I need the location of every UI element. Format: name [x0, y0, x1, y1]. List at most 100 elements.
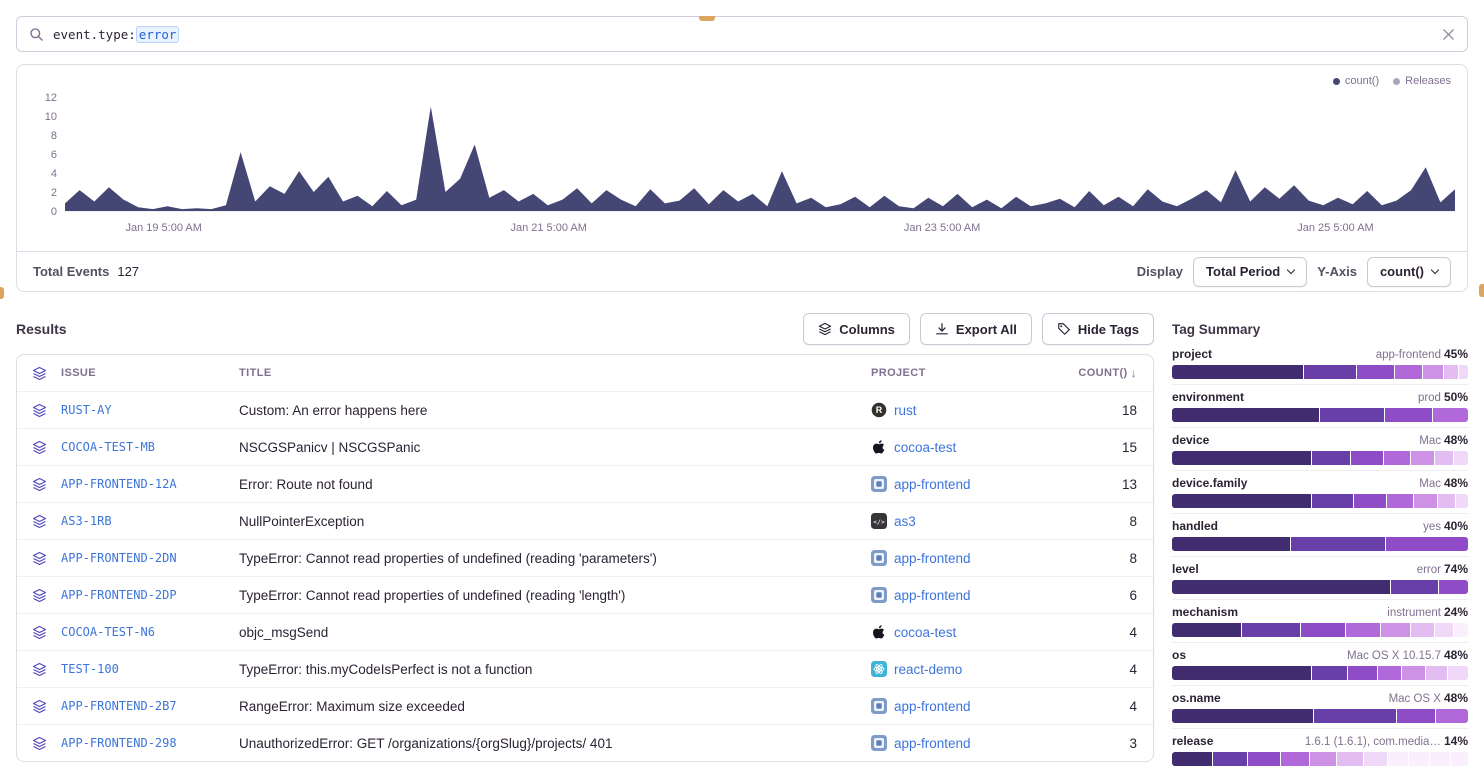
table-row[interactable]: AS3-1RB NullPointerException </> as3 8	[17, 502, 1153, 539]
tag-distribution-bar[interactable]	[1172, 408, 1468, 422]
tag-segment[interactable]	[1444, 365, 1459, 379]
legend-item-count[interactable]: count()	[1333, 75, 1379, 87]
table-row[interactable]: APP-FRONTEND-298 UnauthorizedError: GET …	[17, 724, 1153, 761]
tag-segment[interactable]	[1454, 623, 1468, 637]
tag-segment[interactable]	[1337, 752, 1363, 766]
project-link[interactable]: app-frontend	[894, 699, 971, 714]
tag-segment[interactable]	[1435, 623, 1452, 637]
tag-distribution-bar[interactable]	[1172, 666, 1468, 680]
tag-segment[interactable]	[1439, 580, 1468, 594]
project-link[interactable]: react-demo	[894, 662, 962, 677]
tag-segment[interactable]	[1423, 365, 1443, 379]
tag-segment[interactable]	[1242, 623, 1300, 637]
tag-segment[interactable]	[1312, 451, 1350, 465]
tag-segment[interactable]	[1435, 451, 1452, 465]
tag-segment[interactable]	[1386, 537, 1468, 551]
tag-segment[interactable]	[1348, 666, 1377, 680]
hide-tags-button[interactable]: Hide Tags	[1042, 313, 1154, 345]
project-link[interactable]: app-frontend	[894, 477, 971, 492]
tag-distribution-bar[interactable]	[1172, 623, 1468, 637]
tag-segment[interactable]	[1314, 709, 1396, 723]
col-count[interactable]: COUNT()	[1078, 367, 1127, 379]
tag-segment[interactable]	[1378, 666, 1401, 680]
col-project[interactable]: PROJECT	[871, 367, 1061, 379]
tag-segment[interactable]	[1388, 752, 1408, 766]
table-row[interactable]: TEST-100 TypeError: this.myCodeIsPerfect…	[17, 650, 1153, 687]
tag-segment[interactable]	[1304, 365, 1356, 379]
tag-segment[interactable]	[1397, 709, 1435, 723]
issue-link[interactable]: APP-FRONTEND-2B7	[61, 699, 177, 713]
table-row[interactable]: APP-FRONTEND-12A Error: Route not found …	[17, 465, 1153, 502]
tag-segment[interactable]	[1172, 666, 1311, 680]
tag-segment[interactable]	[1451, 752, 1468, 766]
tag-segment[interactable]	[1430, 752, 1450, 766]
export-all-button[interactable]: Export All	[920, 313, 1032, 345]
tag-segment[interactable]	[1281, 752, 1310, 766]
table-row[interactable]: APP-FRONTEND-2DP TypeError: Cannot read …	[17, 576, 1153, 613]
tag-distribution-bar[interactable]	[1172, 709, 1468, 723]
issue-link[interactable]: APP-FRONTEND-12A	[61, 477, 177, 491]
y-axis-select[interactable]: count()	[1367, 257, 1451, 287]
tag-segment[interactable]	[1414, 494, 1437, 508]
tag-segment[interactable]	[1436, 709, 1468, 723]
tag-segment[interactable]	[1346, 623, 1381, 637]
tag-distribution-bar[interactable]	[1172, 494, 1468, 508]
events-over-time-chart[interactable]: 024681012Jan 19 5:00 AMJan 21 5:00 AMJan…	[17, 65, 1467, 251]
col-title[interactable]: TITLE	[239, 367, 871, 379]
issue-link[interactable]: COCOA-TEST-MB	[61, 440, 155, 454]
issue-link[interactable]: TEST-100	[61, 662, 119, 676]
tag-segment[interactable]	[1310, 752, 1336, 766]
project-link[interactable]: app-frontend	[894, 588, 971, 603]
tag-segment[interactable]	[1448, 666, 1468, 680]
tag-segment[interactable]	[1301, 623, 1344, 637]
tag-segment[interactable]	[1433, 408, 1468, 422]
tag-segment[interactable]	[1357, 365, 1395, 379]
col-issue[interactable]: ISSUE	[61, 367, 239, 379]
tag-segment[interactable]	[1381, 623, 1410, 637]
tag-segment[interactable]	[1172, 623, 1241, 637]
issue-link[interactable]: APP-FRONTEND-298	[61, 736, 177, 750]
clear-search-icon[interactable]	[1442, 28, 1455, 41]
tag-segment[interactable]	[1426, 666, 1446, 680]
tag-distribution-bar[interactable]	[1172, 752, 1468, 766]
tag-segment[interactable]	[1411, 451, 1434, 465]
tag-distribution-bar[interactable]	[1172, 365, 1468, 379]
project-link[interactable]: cocoa-test	[894, 625, 956, 640]
tag-segment[interactable]	[1172, 580, 1390, 594]
tag-segment[interactable]	[1312, 494, 1353, 508]
table-row[interactable]: COCOA-TEST-N6 objc_msgSend cocoa-test 4	[17, 613, 1153, 650]
tag-segment[interactable]	[1459, 365, 1468, 379]
tag-segment[interactable]	[1172, 494, 1311, 508]
project-link[interactable]: rust	[894, 403, 917, 418]
tag-segment[interactable]	[1172, 537, 1290, 551]
table-row[interactable]: COCOA-TEST-MB NSCGSPanicv | NSCGSPanic c…	[17, 428, 1153, 465]
table-row[interactable]: APP-FRONTEND-2DN TypeError: Cannot read …	[17, 539, 1153, 576]
tag-segment[interactable]	[1320, 408, 1384, 422]
tag-segment[interactable]	[1456, 494, 1468, 508]
display-select[interactable]: Total Period	[1193, 257, 1307, 287]
tag-segment[interactable]	[1248, 752, 1279, 766]
tag-segment[interactable]	[1213, 752, 1247, 766]
project-link[interactable]: app-frontend	[894, 736, 971, 751]
tag-segment[interactable]	[1384, 451, 1410, 465]
sort-desc-icon[interactable]: ↓	[1131, 366, 1137, 380]
tag-distribution-bar[interactable]	[1172, 537, 1468, 551]
tag-distribution-bar[interactable]	[1172, 451, 1468, 465]
tag-segment[interactable]	[1385, 408, 1432, 422]
tag-segment[interactable]	[1454, 451, 1468, 465]
tag-segment[interactable]	[1291, 537, 1385, 551]
search-input[interactable]: event.type:error	[53, 26, 1433, 43]
table-row[interactable]: RUST-AY Custom: An error happens here R …	[17, 391, 1153, 428]
issue-link[interactable]: APP-FRONTEND-2DN	[61, 551, 177, 565]
tag-segment[interactable]	[1312, 666, 1347, 680]
columns-button[interactable]: Columns	[803, 313, 910, 345]
tag-segment[interactable]	[1351, 451, 1383, 465]
project-link[interactable]: app-frontend	[894, 551, 971, 566]
layers-icon[interactable]	[32, 366, 47, 381]
tag-segment[interactable]	[1354, 494, 1386, 508]
issue-link[interactable]: COCOA-TEST-N6	[61, 625, 155, 639]
tag-segment[interactable]	[1172, 365, 1303, 379]
tag-segment[interactable]	[1409, 752, 1429, 766]
tag-segment[interactable]	[1172, 451, 1311, 465]
search-query-token[interactable]: error	[136, 26, 180, 43]
